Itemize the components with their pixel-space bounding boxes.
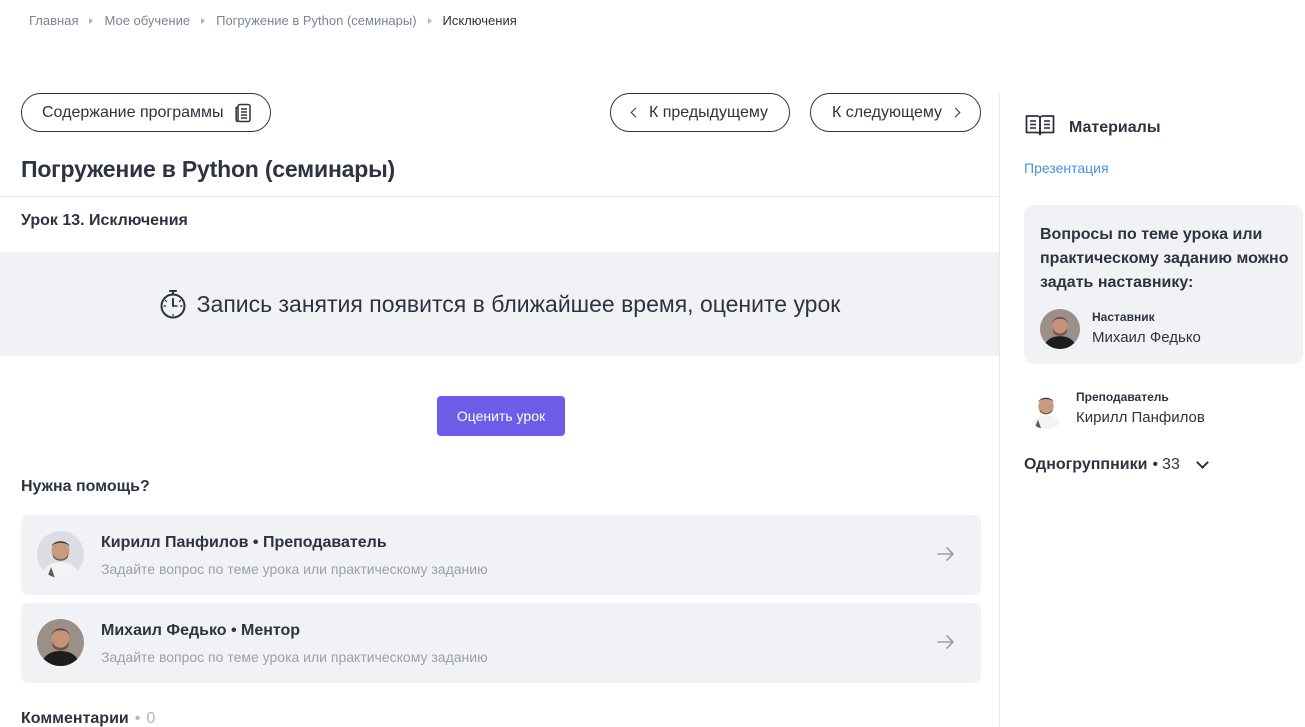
- teacher-role: Преподаватель: [1076, 390, 1169, 404]
- avatar: [1026, 389, 1066, 429]
- materials-label: Материалы: [1069, 118, 1161, 136]
- presentation-link[interactable]: Презентация: [1024, 160, 1109, 176]
- arrow-right-icon: [937, 634, 955, 655]
- book-icon: [1025, 114, 1055, 141]
- groupmates-separator: •: [1152, 456, 1159, 473]
- help-card-mentor[interactable]: Михаил Федько • Ментор Задайте вопрос по…: [21, 603, 981, 683]
- next-lesson-button[interactable]: К следующему: [810, 93, 981, 132]
- help-title: Нужна помощь?: [21, 478, 150, 495]
- groupmates-toggle[interactable]: Одногруппники • 33: [1024, 456, 1209, 474]
- next-lesson-label: К следующему: [831, 103, 943, 121]
- avatar: [37, 619, 84, 666]
- mentor-question-box: Вопросы по теме урока или практическому …: [1024, 205, 1303, 364]
- groupmates-count: 33: [1162, 456, 1180, 473]
- document-list-icon: [234, 103, 252, 123]
- stopwatch-icon: [159, 289, 187, 319]
- avatar: [1040, 309, 1080, 349]
- question-text: Вопросы по теме урока или практическому …: [1040, 226, 1289, 291]
- help-card-subtitle: Задайте вопрос по теме урока или практич…: [101, 649, 488, 665]
- materials-header: Материалы: [1025, 114, 1161, 141]
- sidebar-divider: [999, 93, 1000, 727]
- comments-count: 0: [146, 710, 156, 727]
- banner-text: Запись занятия появится в ближайшее врем…: [196, 290, 841, 317]
- comments-label: Комментарии: [21, 710, 129, 727]
- help-card-teacher[interactable]: Кирилл Панфилов • Преподаватель Задайте …: [21, 515, 981, 595]
- program-contents-button[interactable]: Содержание программы: [21, 93, 271, 132]
- avatar: [37, 531, 84, 578]
- help-card-subtitle: Задайте вопрос по теме урока или практич…: [101, 561, 488, 577]
- help-card-name: Михаил Федько • Ментор: [101, 622, 301, 639]
- main-content: Содержание программы К предыдущему К сле…: [0, 0, 999, 727]
- chevron-down-icon: [1195, 456, 1209, 469]
- chevron-right-icon: [950, 107, 961, 118]
- teacher-name: Кирилл Панфилов: [1076, 409, 1205, 426]
- previous-lesson-label: К предыдущему: [648, 103, 769, 121]
- teacher-info: Преподаватель Кирилл Панфилов: [1024, 388, 1284, 430]
- groupmates-label: Одногруппники: [1024, 456, 1148, 473]
- divider: [0, 196, 999, 197]
- program-contents-label: Содержание программы: [42, 103, 224, 121]
- comments-heading: Комментарии • 0: [21, 710, 155, 727]
- previous-lesson-button[interactable]: К предыдущему: [610, 93, 790, 132]
- chevron-left-icon: [630, 107, 641, 118]
- comments-separator: •: [134, 710, 141, 727]
- arrow-right-icon: [937, 546, 955, 567]
- course-title: Погружение в Python (семинары): [21, 156, 395, 182]
- rate-lesson-button[interactable]: Оценить урок: [437, 396, 565, 436]
- lesson-title: Урок 13. Исключения: [21, 212, 188, 229]
- mentor-name: Михаил Федько: [1092, 329, 1201, 346]
- recording-banner: Запись занятия появится в ближайшее врем…: [0, 252, 999, 356]
- mentor-role: Наставник: [1092, 310, 1155, 324]
- help-card-name: Кирилл Панфилов • Преподаватель: [101, 534, 387, 551]
